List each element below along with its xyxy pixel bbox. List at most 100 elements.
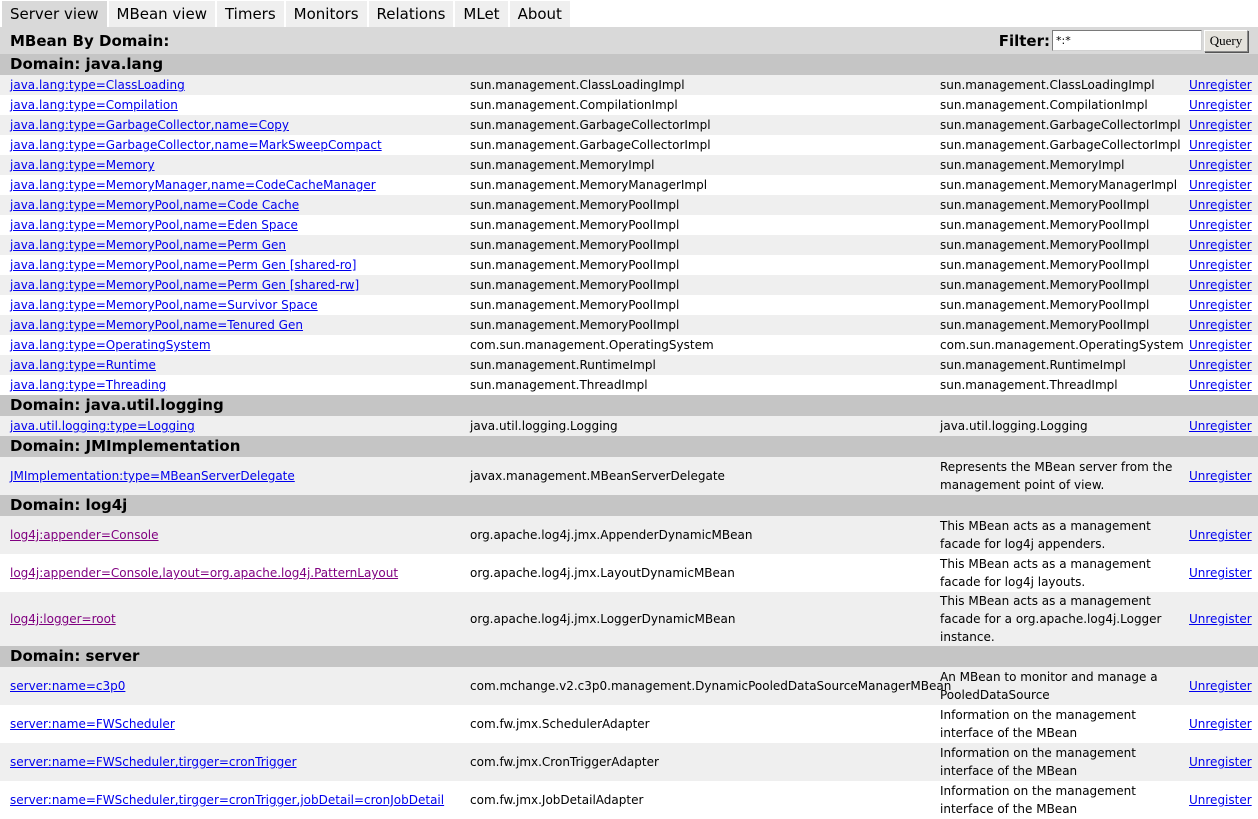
unregister-link[interactable]: Unregister <box>1189 158 1252 172</box>
tab-timers[interactable]: Timers <box>216 1 284 27</box>
tab-server-view[interactable]: Server view <box>2 1 107 27</box>
mbean-class: sun.management.MemoryPoolImpl <box>460 315 930 335</box>
table-row: JMImplementation:type=MBeanServerDelegat… <box>0 457 1258 495</box>
unregister-link[interactable]: Unregister <box>1189 679 1252 693</box>
mbean-link[interactable]: java.lang:type=MemoryPool,name=Tenured G… <box>10 318 303 332</box>
mbean-class: com.sun.management.OperatingSystem <box>460 335 930 355</box>
action-cell: Unregister <box>1180 255 1258 275</box>
mbean-link[interactable]: log4j:logger=root <box>10 612 116 626</box>
mbean-link[interactable]: java.lang:type=MemoryPool,name=Code Cach… <box>10 198 299 212</box>
mbean-link[interactable]: java.lang:type=MemoryManager,name=CodeCa… <box>10 178 376 192</box>
mbean-link[interactable]: java.lang:type=MemoryPool,name=Perm Gen <box>10 238 286 252</box>
action-cell: Unregister <box>1180 135 1258 155</box>
mbean-link[interactable]: JMImplementation:type=MBeanServerDelegat… <box>10 469 295 483</box>
unregister-link[interactable]: Unregister <box>1189 278 1252 292</box>
mbean-link[interactable]: java.lang:type=MemoryPool,name=Eden Spac… <box>10 218 298 232</box>
mbean-link[interactable]: log4j:appender=Console <box>10 528 159 542</box>
tab-monitors[interactable]: Monitors <box>285 1 367 27</box>
mbean-link[interactable]: log4j:appender=Console,layout=org.apache… <box>10 566 398 580</box>
mbean-class: sun.management.ThreadImpl <box>460 375 930 395</box>
query-button[interactable]: Query <box>1204 29 1248 52</box>
mbean-link[interactable]: java.lang:type=MemoryPool,name=Perm Gen … <box>10 278 359 292</box>
unregister-link[interactable]: Unregister <box>1189 378 1252 392</box>
unregister-link[interactable]: Unregister <box>1189 98 1252 112</box>
mbean-link[interactable]: server:name=FWScheduler,tirgger=cronTrig… <box>10 793 444 807</box>
mbean-name-cell: log4j:appender=Console <box>0 516 460 554</box>
mbean-class: sun.management.RuntimeImpl <box>460 355 930 375</box>
mbean-description: com.sun.management.OperatingSystem <box>930 335 1184 355</box>
unregister-link[interactable]: Unregister <box>1189 419 1252 433</box>
mbean-link[interactable]: java.lang:type=Compilation <box>10 98 178 112</box>
mbean-link[interactable]: server:name=FWScheduler <box>10 717 175 731</box>
mbean-name-cell: java.lang:type=OperatingSystem <box>0 335 460 355</box>
mbean-link[interactable]: java.lang:type=OperatingSystem <box>10 338 211 352</box>
mbean-link[interactable]: java.lang:type=Threading <box>10 378 166 392</box>
unregister-link[interactable]: Unregister <box>1189 793 1252 807</box>
action-cell: Unregister <box>1180 416 1258 436</box>
mbean-link[interactable]: java.lang:type=MemoryPool,name=Perm Gen … <box>10 258 356 272</box>
mbean-name-cell: java.lang:type=Runtime <box>0 355 460 375</box>
mbean-name-cell: java.lang:type=MemoryPool,name=Perm Gen <box>0 235 460 255</box>
mbean-description: java.util.logging.Logging <box>930 416 1180 436</box>
action-cell: Unregister <box>1180 95 1258 115</box>
mbean-name-cell: java.lang:type=MemoryPool,name=Survivor … <box>0 295 460 315</box>
unregister-link[interactable]: Unregister <box>1189 178 1252 192</box>
mbean-link[interactable]: server:name=c3p0 <box>10 679 125 693</box>
mbean-link[interactable]: java.lang:type=ClassLoading <box>10 78 185 92</box>
unregister-link[interactable]: Unregister <box>1189 218 1252 232</box>
mbean-description: sun.management.GarbageCollectorImpl <box>930 115 1181 135</box>
unregister-link[interactable]: Unregister <box>1189 298 1252 312</box>
tab-mbean-view[interactable]: MBean view <box>108 1 215 27</box>
filter-form: Filter: Query <box>999 29 1248 52</box>
unregister-link[interactable]: Unregister <box>1189 612 1252 626</box>
unregister-link[interactable]: Unregister <box>1189 338 1252 352</box>
mbean-class: sun.management.ClassLoadingImpl <box>460 75 930 95</box>
mbean-name-cell: server:name=c3p0 <box>0 667 460 705</box>
tab-about[interactable]: About <box>509 1 570 27</box>
unregister-link[interactable]: Unregister <box>1189 118 1252 132</box>
mbean-name-cell: server:name=FWScheduler,tirgger=cronTrig… <box>0 743 460 781</box>
unregister-link[interactable]: Unregister <box>1189 258 1252 272</box>
mbean-description: sun.management.MemoryPoolImpl <box>930 215 1180 235</box>
mbean-name-cell: java.util.logging:type=Logging <box>0 416 460 436</box>
tab-relations[interactable]: Relations <box>368 1 454 27</box>
mbean-link[interactable]: java.util.logging:type=Logging <box>10 419 195 433</box>
tab-mlet[interactable]: MLet <box>455 1 508 27</box>
unregister-link[interactable]: Unregister <box>1189 755 1252 769</box>
unregister-link[interactable]: Unregister <box>1189 528 1252 542</box>
mbean-name-cell: java.lang:type=Memory <box>0 155 460 175</box>
header-bar: MBean By Domain: Filter: Query <box>0 27 1258 54</box>
unregister-link[interactable]: Unregister <box>1189 238 1252 252</box>
unregister-link[interactable]: Unregister <box>1189 566 1252 580</box>
mbean-link[interactable]: server:name=FWScheduler,tirgger=cronTrig… <box>10 755 297 769</box>
unregister-link[interactable]: Unregister <box>1189 358 1252 372</box>
unregister-link[interactable]: Unregister <box>1189 138 1252 152</box>
mbean-description: This MBean acts as a management facade f… <box>930 516 1180 554</box>
unregister-link[interactable]: Unregister <box>1189 78 1252 92</box>
unregister-link[interactable]: Unregister <box>1189 717 1252 731</box>
mbean-description: This MBean acts as a management facade f… <box>930 554 1180 592</box>
mbean-link[interactable]: java.lang:type=Memory <box>10 158 155 172</box>
mbean-description: Information on the management interface … <box>930 743 1180 781</box>
mbean-class: sun.management.MemoryPoolImpl <box>460 195 930 215</box>
unregister-link[interactable]: Unregister <box>1189 318 1252 332</box>
mbean-description: Information on the management interface … <box>930 705 1180 743</box>
mbean-description: sun.management.ClassLoadingImpl <box>930 75 1180 95</box>
mbean-description: sun.management.RuntimeImpl <box>930 355 1180 375</box>
action-cell: Unregister <box>1180 115 1258 135</box>
mbean-class: sun.management.GarbageCollectorImpl <box>460 115 930 135</box>
mbean-name-cell: java.lang:type=MemoryPool,name=Perm Gen … <box>0 275 460 295</box>
filter-input[interactable] <box>1052 30 1202 51</box>
domain-header: Domain: JMImplementation <box>0 436 1258 457</box>
table-row: java.lang:type=ClassLoading sun.managemen… <box>0 75 1258 95</box>
mbean-link[interactable]: java.lang:type=MemoryPool,name=Survivor … <box>10 298 318 312</box>
mbean-link[interactable]: java.lang:type=GarbageCollector,name=Mar… <box>10 138 382 152</box>
mbean-link[interactable]: java.lang:type=Runtime <box>10 358 156 372</box>
mbean-link[interactable]: java.lang:type=GarbageCollector,name=Cop… <box>10 118 289 132</box>
action-cell: Unregister <box>1180 235 1258 255</box>
table-row: java.lang:type=Threading sun.management.T… <box>0 375 1258 395</box>
unregister-link[interactable]: Unregister <box>1189 198 1252 212</box>
table-row: server:name=FWScheduler,tirgger=cronTrig… <box>0 743 1258 781</box>
unregister-link[interactable]: Unregister <box>1189 469 1252 483</box>
mbean-description: sun.management.MemoryImpl <box>930 155 1180 175</box>
